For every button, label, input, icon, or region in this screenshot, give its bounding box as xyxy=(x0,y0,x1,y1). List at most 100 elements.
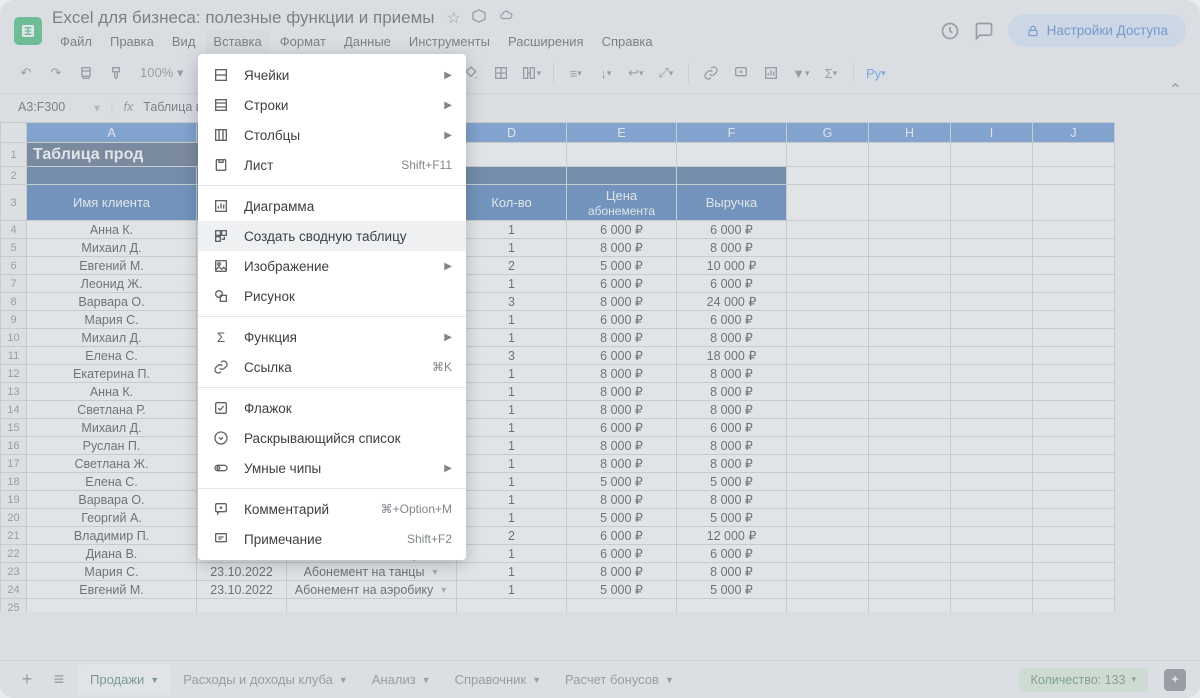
language-button[interactable]: Ру ▾ xyxy=(864,61,888,85)
col-A[interactable]: A xyxy=(27,123,197,143)
insert-pivot[interactable]: Создать сводную таблицу xyxy=(198,221,466,251)
menu-формат[interactable]: Формат xyxy=(272,30,334,53)
col-J[interactable]: J xyxy=(1033,123,1115,143)
row-21[interactable]: 21 xyxy=(1,527,27,545)
add-sheet-button[interactable]: + xyxy=(14,669,40,690)
tab-4[interactable]: Расчет бонусов ▼ xyxy=(553,664,686,695)
col-F[interactable]: F xyxy=(677,123,787,143)
row-19[interactable]: 19 xyxy=(1,491,27,509)
col-G[interactable]: G xyxy=(787,123,869,143)
sheet-icon xyxy=(212,156,230,174)
row-10[interactable]: 10 xyxy=(1,329,27,347)
menu-вставка[interactable]: Вставка xyxy=(205,30,269,53)
wrap-button[interactable]: ↩ ▾ xyxy=(624,61,648,85)
selection-count[interactable]: Количество: 133 ▾ xyxy=(1019,668,1148,692)
undo-button[interactable]: ↶ xyxy=(14,61,38,85)
redo-button[interactable]: ↷ xyxy=(44,61,68,85)
row-4[interactable]: 4 xyxy=(1,221,27,239)
tab-1[interactable]: Расходы и доходы клуба ▼ xyxy=(171,664,360,695)
tab-3[interactable]: Справочник ▼ xyxy=(443,664,553,695)
doc-title[interactable]: Excel для бизнеса: полезные функции и пр… xyxy=(52,8,435,28)
row-17[interactable]: 17 xyxy=(1,455,27,473)
row-15[interactable]: 15 xyxy=(1,419,27,437)
halign-button[interactable]: ≡ ▾ xyxy=(564,61,588,85)
insert-draw[interactable]: Рисунок xyxy=(198,281,466,311)
chips-icon xyxy=(212,459,230,477)
valign-button[interactable]: ↓ ▾ xyxy=(594,61,618,85)
insert-comment-button[interactable] xyxy=(729,61,753,85)
insert-chart-button[interactable] xyxy=(759,61,783,85)
col-H[interactable]: H xyxy=(869,123,951,143)
insert-sheet[interactable]: ЛистShift+F11 xyxy=(198,150,466,180)
insert-check[interactable]: Флажок xyxy=(198,393,466,423)
row-13[interactable]: 13 xyxy=(1,383,27,401)
rotate-button[interactable]: ⤢ ▾ xyxy=(654,61,678,85)
row-2[interactable]: 2 xyxy=(1,167,27,185)
insert-drop[interactable]: Раскрывающийся список xyxy=(198,423,466,453)
row-14[interactable]: 14 xyxy=(1,401,27,419)
history-icon[interactable] xyxy=(940,21,960,41)
insert-func[interactable]: ΣФункция▶ xyxy=(198,322,466,352)
insert-rows[interactable]: Строки▶ xyxy=(198,90,466,120)
filter-button[interactable]: ▼ ▾ xyxy=(789,61,813,85)
row-16[interactable]: 16 xyxy=(1,437,27,455)
explore-button[interactable] xyxy=(1164,669,1186,691)
comments-icon[interactable] xyxy=(974,21,994,41)
menu-правка[interactable]: Правка xyxy=(102,30,162,53)
cols-icon xyxy=(212,126,230,144)
spreadsheet-grid[interactable]: ABCDEFGHIJ1Таблица прод23Имя клиентаКол-… xyxy=(0,122,1200,612)
name-box[interactable]: A3:F300 xyxy=(14,98,84,116)
move-icon[interactable] xyxy=(471,8,487,28)
drop-icon xyxy=(212,429,230,447)
col-D[interactable]: D xyxy=(457,123,567,143)
chevron-right-icon: ▶ xyxy=(444,100,452,111)
share-button[interactable]: Настройки Доступа xyxy=(1008,14,1186,47)
functions-button[interactable]: Σ ▾ xyxy=(819,61,843,85)
insert-chart[interactable]: Диаграмма xyxy=(198,191,466,221)
insert-cells[interactable]: Ячейки▶ xyxy=(198,60,466,90)
row-9[interactable]: 9 xyxy=(1,311,27,329)
menu-расширения[interactable]: Расширения xyxy=(500,30,592,53)
menu-инструменты[interactable]: Инструменты xyxy=(401,30,498,53)
row-20[interactable]: 20 xyxy=(1,509,27,527)
row-1[interactable]: 1 xyxy=(1,143,27,167)
all-sheets-button[interactable]: ≡ xyxy=(46,669,72,690)
menu-данные[interactable]: Данные xyxy=(336,30,399,53)
paint-format-button[interactable] xyxy=(104,61,128,85)
zoom-select[interactable]: 100% ▾ xyxy=(134,65,189,81)
insert-cols[interactable]: Столбцы▶ xyxy=(198,120,466,150)
row-6[interactable]: 6 xyxy=(1,257,27,275)
tab-0[interactable]: Продажи ▼ xyxy=(78,664,171,695)
menu-файл[interactable]: Файл xyxy=(52,30,100,53)
star-icon[interactable]: ☆ xyxy=(447,8,461,28)
print-button[interactable] xyxy=(74,61,98,85)
link-button[interactable] xyxy=(699,61,723,85)
menu-вид[interactable]: Вид xyxy=(164,30,204,53)
borders-button[interactable] xyxy=(489,61,513,85)
row-7[interactable]: 7 xyxy=(1,275,27,293)
tab-2[interactable]: Анализ ▼ xyxy=(360,664,443,695)
collapse-toolbar-icon[interactable]: ⌃ xyxy=(1169,80,1182,100)
insert-chips[interactable]: Умные чипы▶ xyxy=(198,453,466,483)
row-24[interactable]: 24 xyxy=(1,581,27,599)
row-8[interactable]: 8 xyxy=(1,293,27,311)
row-11[interactable]: 11 xyxy=(1,347,27,365)
row-12[interactable]: 12 xyxy=(1,365,27,383)
row-18[interactable]: 18 xyxy=(1,473,27,491)
merge-button[interactable]: ▾ xyxy=(519,61,543,85)
row-3[interactable]: 3 xyxy=(1,185,27,221)
sheets-logo-icon[interactable] xyxy=(14,17,42,45)
row-25[interactable]: 25 xyxy=(1,599,27,613)
insert-image[interactable]: Изображение▶ xyxy=(198,251,466,281)
row-23[interactable]: 23 xyxy=(1,563,27,581)
col-E[interactable]: E xyxy=(567,123,677,143)
row-22[interactable]: 22 xyxy=(1,545,27,563)
insert-comment[interactable]: Комментарий⌘+Option+M xyxy=(198,494,466,524)
row-5[interactable]: 5 xyxy=(1,239,27,257)
insert-note[interactable]: ПримечаниеShift+F2 xyxy=(198,524,466,554)
col-I[interactable]: I xyxy=(951,123,1033,143)
draw-icon xyxy=(212,287,230,305)
menu-справка[interactable]: Справка xyxy=(594,30,661,53)
cloud-icon[interactable] xyxy=(497,8,515,28)
insert-link[interactable]: Ссылка⌘K xyxy=(198,352,466,382)
